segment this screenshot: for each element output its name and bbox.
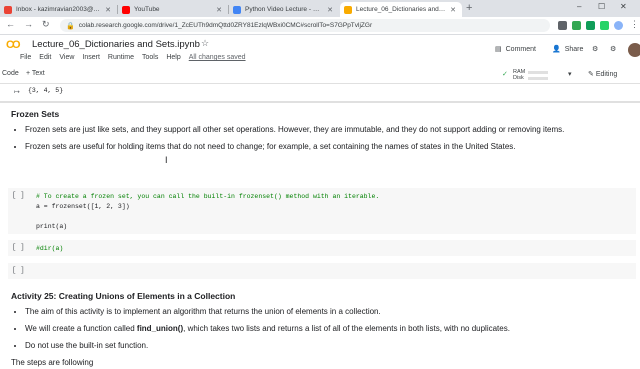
menu-tools[interactable]: Tools [142,54,158,61]
comment-icon: ▤ [495,46,502,53]
menu-icon[interactable]: ⋮ [630,19,639,30]
activity-heading: Activity 25: Creating Unions of Elements… [11,291,236,301]
code-comment: #dir(a) [36,245,64,252]
whatsapp-icon[interactable] [600,21,609,30]
list-item: We will create a function called find_un… [25,323,611,335]
comment-label: Comment [505,45,536,53]
output-text: {3, 4, 5} [28,87,64,94]
maximize-button[interactable]: ☐ [598,2,605,11]
new-tab-button[interactable]: + [466,2,472,14]
text-cursor-icon: I [165,155,168,165]
minimize-button[interactable]: – [577,2,581,11]
browser-tab-bar: Inbox - kazimravian2003@gmail... ✕ YouTu… [0,0,640,17]
add-code-button[interactable]: Code [2,70,19,77]
close-window-button[interactable]: ✕ [620,2,627,11]
extension-icon[interactable] [572,21,581,30]
cell-divider [0,101,640,103]
code-line: a = frozenset([1, 2, 3]) [36,203,130,210]
disk-label: Disk [513,75,524,81]
share-icon: 👤 [552,46,561,53]
output-clear-icon[interactable]: ↦ [14,88,20,96]
tab-label: YouTube [134,6,160,13]
list-item: Frozen sets are just like sets, and they… [25,124,611,136]
tab-label: Inbox - kazimravian2003@gmail... [16,6,102,13]
close-icon[interactable]: ✕ [216,6,222,14]
avatar[interactable] [628,43,640,57]
text-cell-frozen-sets[interactable]: Frozen Sets Frozen sets are just like se… [11,108,611,158]
notebook-toolbar: Code + Text ✓ RAM Disk ▾ ✎ Editing [0,67,640,84]
tab-inbox[interactable]: Inbox - kazimravian2003@gmail... ✕ [0,2,117,17]
list-item-text: , which takes two lists and returns a li… [183,324,510,333]
function-name: find_union() [136,324,184,333]
list-item: The aim of this activity is to implement… [25,306,611,318]
tab-python-lecture[interactable]: Python Video Lecture - Google D... ✕ [229,2,339,17]
close-icon[interactable]: ✕ [105,6,111,14]
comment-button[interactable]: ▤ Comment [495,45,536,54]
menu-edit[interactable]: Edit [39,54,51,61]
run-cell-button[interactable]: [ ] [12,244,25,252]
menu-file[interactable]: File [20,54,31,61]
share-button[interactable]: 👤 Share [552,45,584,54]
connected-check-icon: ✓ [502,71,508,78]
tab-lecture06[interactable]: Lecture_06_Dictionaries and Se... ✕ [340,2,462,17]
list-item: Do not use the built-in set function. [25,340,611,352]
share-label: Share [564,45,584,53]
tab-label: Lecture_06_Dictionaries and Se... [356,6,447,13]
settings-icon[interactable]: ⚙ [610,45,616,53]
chevron-down-icon[interactable]: ▾ [568,70,572,78]
ram-bar [528,71,548,74]
back-icon[interactable]: ← [6,19,15,29]
list-item-text: We will create a function called [25,324,137,333]
youtube-icon [122,5,130,14]
colab-header: CO Lecture_06_Dictionaries and Sets.ipyn… [0,35,640,67]
bookmark-icon[interactable] [558,21,567,30]
colab-logo-icon[interactable]: CO [6,39,20,51]
close-icon[interactable]: ✕ [327,6,333,14]
run-cell-button[interactable]: [ ] [12,192,25,200]
reload-icon[interactable]: ↻ [42,19,50,30]
extension-icon[interactable] [586,21,595,30]
add-text-button[interactable]: + Text [26,70,45,77]
code-line: print(a) [36,223,68,230]
google-docs-icon [233,5,241,14]
disk-bar [528,77,548,80]
steps-text: The steps are following [11,358,94,367]
list-item: Frozen sets are useful for holding items… [25,141,611,153]
resource-monitor[interactable]: RAM Disk [513,69,525,81]
url-field[interactable]: 🔒 colab.research.google.com/drive/1_ZcEU… [60,19,550,32]
code-editor[interactable]: # To create a frozen set, you can call t… [36,192,379,232]
url-text: colab.research.google.com/drive/1_ZcEUTh… [78,22,373,29]
editing-mode-button[interactable]: ✎ Editing [588,70,617,78]
cell-output: ↦ {3, 4, 5} [0,84,640,100]
menu-help[interactable]: Help [166,54,180,61]
profile-icon[interactable] [614,21,623,30]
lock-icon: 🔒 [66,22,75,30]
code-cell-empty[interactable]: [ ] [8,263,636,279]
run-cell-button[interactable]: [ ] [12,267,25,275]
close-icon[interactable]: ✕ [450,6,456,14]
save-status[interactable]: All changes saved [189,54,246,61]
tab-youtube[interactable]: YouTube ✕ [118,2,228,17]
menu-runtime[interactable]: Runtime [108,54,134,61]
menu-view[interactable]: View [59,54,74,61]
text-cell-activity[interactable]: Activity 25: Creating Unions of Elements… [11,290,611,369]
menu-insert[interactable]: Insert [82,54,100,61]
gmail-icon [4,5,12,14]
address-bar-row: ← → ↻ 🔒 colab.research.google.com/drive/… [0,17,640,35]
code-comment: # To create a frozen set, you can call t… [36,193,380,200]
settings-gear-icon[interactable]: ⚙ [592,45,598,53]
colab-icon [344,5,352,14]
tab-label: Python Video Lecture - Google D... [245,6,323,13]
code-editor[interactable]: #dir(a) [36,244,63,254]
forward-icon[interactable]: → [24,19,33,29]
code-cell-dir[interactable]: [ ] #dir(a) [8,240,636,256]
editing-label: Editing [595,71,618,78]
frozen-sets-heading: Frozen Sets [11,109,60,119]
notebook-title[interactable]: Lecture_06_Dictionaries and Sets.ipynb [32,39,200,50]
star-icon[interactable]: ☆ [201,38,209,49]
pencil-icon: ✎ [588,71,594,78]
menu-bar: File Edit View Insert Runtime Tools Help… [20,54,246,61]
code-cell-frozenset[interactable]: [ ] # To create a frozen set, you can ca… [8,188,636,234]
